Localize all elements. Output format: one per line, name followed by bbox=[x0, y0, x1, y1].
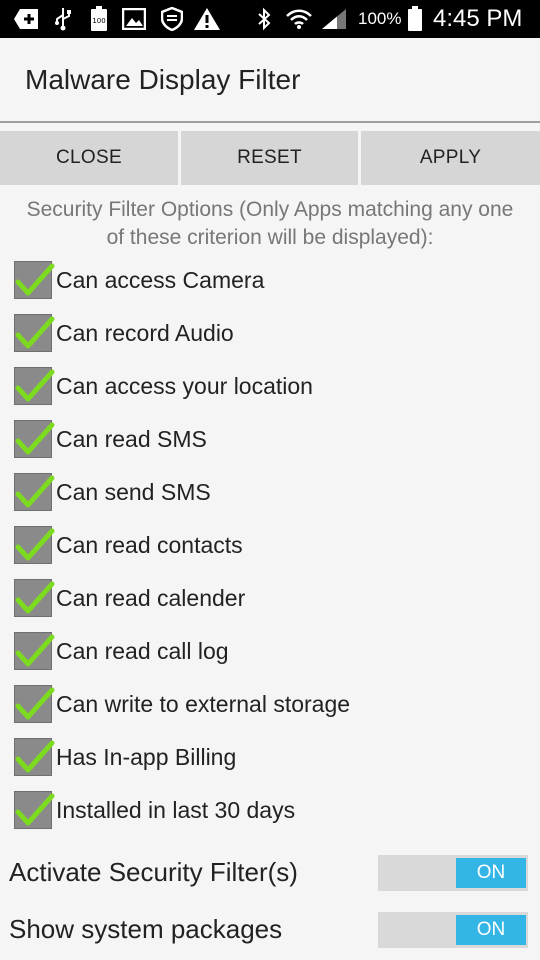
action-button-row: CLOSE RESET APPLY bbox=[0, 131, 540, 185]
svg-text:100: 100 bbox=[92, 17, 105, 25]
toggle-label: Activate Security Filter(s) bbox=[9, 857, 298, 887]
checkmark-icon bbox=[15, 263, 55, 296]
filter-description: Security Filter Options (Only Apps match… bbox=[26, 198, 514, 249]
battery-percent: 100% bbox=[358, 9, 402, 28]
checkmark-icon bbox=[15, 687, 55, 720]
switch-state: ON bbox=[456, 858, 526, 888]
filter-option[interactable]: Has In-app Billing bbox=[14, 737, 534, 777]
filter-option-label: Can read SMS bbox=[56, 425, 207, 452]
status-bar: 100 100% 4:45 PM bbox=[0, 0, 540, 38]
checkbox[interactable] bbox=[14, 367, 55, 405]
checkbox[interactable] bbox=[14, 473, 55, 511]
bluetooth-icon bbox=[254, 6, 274, 32]
checkbox[interactable] bbox=[14, 685, 55, 723]
checkmark-icon bbox=[15, 422, 55, 455]
filter-option-label: Has In-app Billing bbox=[56, 743, 237, 770]
checkbox[interactable] bbox=[14, 632, 55, 670]
filter-option-label: Installed in last 30 days bbox=[56, 796, 296, 823]
title-bar: Malware Display Filter bbox=[0, 38, 540, 122]
usb-icon bbox=[52, 6, 74, 32]
checkbox[interactable] bbox=[14, 579, 55, 617]
activate-filter-switch[interactable]: ON bbox=[378, 855, 528, 891]
filter-option[interactable]: Can access Camera bbox=[14, 260, 534, 300]
checkmark-icon bbox=[15, 528, 55, 561]
wifi-icon bbox=[284, 6, 314, 32]
checkbox[interactable] bbox=[14, 791, 55, 829]
page-title: Malware Display Filter bbox=[25, 64, 301, 95]
image-icon bbox=[121, 6, 147, 32]
checkmark-icon bbox=[15, 581, 55, 614]
filter-option[interactable]: Can access your location bbox=[14, 366, 534, 406]
battery-100-icon: 100 bbox=[88, 6, 110, 32]
battery-icon bbox=[406, 6, 424, 32]
filter-option-label: Can read contacts bbox=[56, 531, 243, 558]
checkbox[interactable] bbox=[14, 526, 55, 564]
checkbox[interactable] bbox=[14, 314, 55, 352]
filter-option[interactable]: Can read call log bbox=[14, 631, 534, 671]
filter-option[interactable]: Can read calender bbox=[14, 578, 534, 618]
filter-option[interactable]: Can read contacts bbox=[14, 525, 534, 565]
switch-state: ON bbox=[456, 915, 526, 945]
filter-option-label: Can read call log bbox=[56, 637, 229, 664]
checkbox[interactable] bbox=[14, 738, 55, 776]
checkbox[interactable] bbox=[14, 420, 55, 458]
checkmark-icon bbox=[15, 740, 55, 773]
add-box-icon bbox=[12, 6, 40, 32]
filter-option-label: Can read calender bbox=[56, 584, 246, 611]
filter-option-label: Can record Audio bbox=[56, 319, 234, 346]
filter-option[interactable]: Can write to external storage bbox=[14, 684, 534, 724]
checkmark-icon bbox=[15, 369, 55, 402]
toggle-label: Show system packages bbox=[9, 914, 283, 944]
apply-button[interactable]: APPLY bbox=[361, 131, 540, 185]
checkmark-icon bbox=[15, 475, 55, 508]
toggle-row-activate-filter: Activate Security Filter(s) ON bbox=[0, 853, 540, 895]
filter-option-label: Can access Camera bbox=[56, 266, 265, 293]
shield-icon bbox=[159, 6, 185, 32]
filter-option[interactable]: Can record Audio bbox=[14, 313, 534, 353]
checkmark-icon bbox=[15, 316, 55, 349]
checkbox[interactable] bbox=[14, 261, 55, 299]
filter-option[interactable]: Installed in last 30 days bbox=[14, 790, 534, 830]
checkmark-icon bbox=[15, 634, 55, 667]
title-divider bbox=[0, 121, 540, 123]
reset-button[interactable]: RESET bbox=[181, 131, 358, 185]
toggle-row-show-system-packages: Show system packages ON bbox=[0, 910, 540, 952]
close-button[interactable]: CLOSE bbox=[0, 131, 178, 185]
filter-option[interactable]: Can send SMS bbox=[14, 472, 534, 512]
filter-option[interactable]: Can read SMS bbox=[14, 419, 534, 459]
filter-option-label: Can access your location bbox=[56, 372, 313, 399]
filter-option-label: Can send SMS bbox=[56, 478, 211, 505]
clock: 4:45 PM bbox=[433, 5, 523, 32]
signal-icon bbox=[320, 6, 348, 32]
filter-option-label: Can write to external storage bbox=[56, 690, 351, 717]
checkmark-icon bbox=[15, 793, 55, 826]
show-system-packages-switch[interactable]: ON bbox=[378, 912, 528, 948]
warning-icon bbox=[193, 6, 221, 32]
